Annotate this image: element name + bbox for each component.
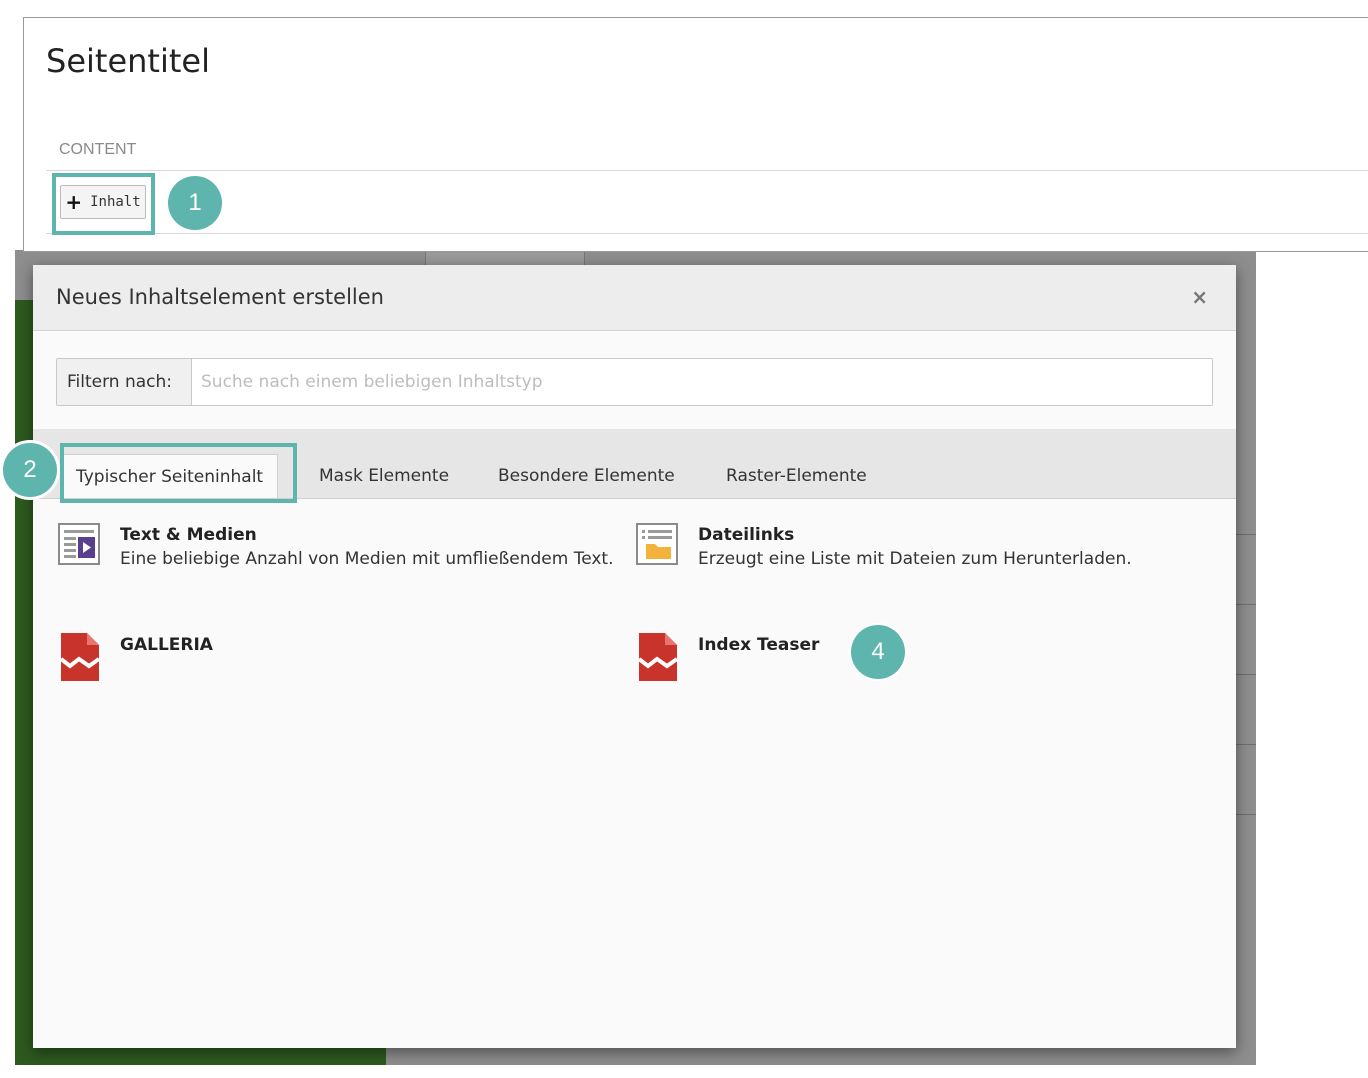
tab-raster-elemente[interactable]: Raster-Elemente bbox=[712, 454, 881, 498]
screen: Seitentitel CONTENT + Inhalt 1 Neues Inh… bbox=[0, 0, 1368, 1078]
filter-input[interactable] bbox=[192, 359, 1212, 405]
add-content-button[interactable]: + Inhalt bbox=[60, 185, 146, 219]
item-title: Index Teaser bbox=[698, 635, 820, 655]
content-item-file-links[interactable]: Dateilinks Erzeugt eine Liste mit Dateie… bbox=[636, 523, 1196, 573]
highlight-frame-tab bbox=[60, 443, 297, 503]
modal-title: Neues Inhaltselement erstellen bbox=[56, 285, 384, 309]
item-title: Text & Medien bbox=[120, 525, 257, 545]
content-item-text-media[interactable]: Text & Medien Eine beliebige Anzahl von … bbox=[58, 523, 618, 573]
content-item-text: Dateilinks Erzeugt eine Liste mit Dateie… bbox=[698, 523, 1132, 573]
callout-2: 2 bbox=[3, 443, 57, 497]
callout-4: 4 bbox=[851, 625, 905, 679]
content-item-galleria[interactable]: GALLERIA bbox=[58, 633, 618, 683]
plugin-icon bbox=[59, 633, 101, 681]
content-item-text: Index Teaser bbox=[698, 633, 819, 683]
add-content-label: Inhalt bbox=[90, 194, 141, 210]
page-panel: Seitentitel CONTENT + Inhalt bbox=[23, 17, 1368, 252]
filter-label: Filtern nach: bbox=[57, 359, 192, 405]
content-item-text: Text & Medien Eine beliebige Anzahl von … bbox=[120, 523, 614, 573]
item-description: Eine beliebige Anzahl von Medien mit umf… bbox=[120, 549, 614, 569]
content-item-text: GALLERIA bbox=[120, 633, 213, 683]
column-label: CONTENT bbox=[59, 141, 137, 158]
tab-besondere-elemente[interactable]: Besondere Elemente bbox=[484, 454, 689, 498]
close-icon[interactable]: × bbox=[1191, 285, 1208, 309]
filter-group: Filtern nach: bbox=[56, 358, 1213, 406]
item-description: Erzeugt eine Liste mit Dateien zum Herun… bbox=[698, 549, 1132, 569]
text-media-icon bbox=[58, 523, 100, 565]
modal-header: Neues Inhaltselement erstellen × bbox=[33, 265, 1236, 331]
tab-mask-elemente[interactable]: Mask Elemente bbox=[305, 454, 463, 498]
item-title: Dateilinks bbox=[698, 525, 795, 545]
backend-right-lines bbox=[1236, 465, 1256, 865]
column-area bbox=[46, 170, 1368, 234]
item-title: GALLERIA bbox=[120, 635, 213, 655]
plus-icon: + bbox=[65, 190, 83, 214]
file-links-icon bbox=[636, 523, 678, 565]
page-title: Seitentitel bbox=[46, 42, 210, 80]
callout-1: 1 bbox=[168, 176, 222, 230]
new-content-modal: Neues Inhaltselement erstellen × Filtern… bbox=[33, 265, 1236, 1048]
plugin-icon bbox=[637, 633, 679, 681]
